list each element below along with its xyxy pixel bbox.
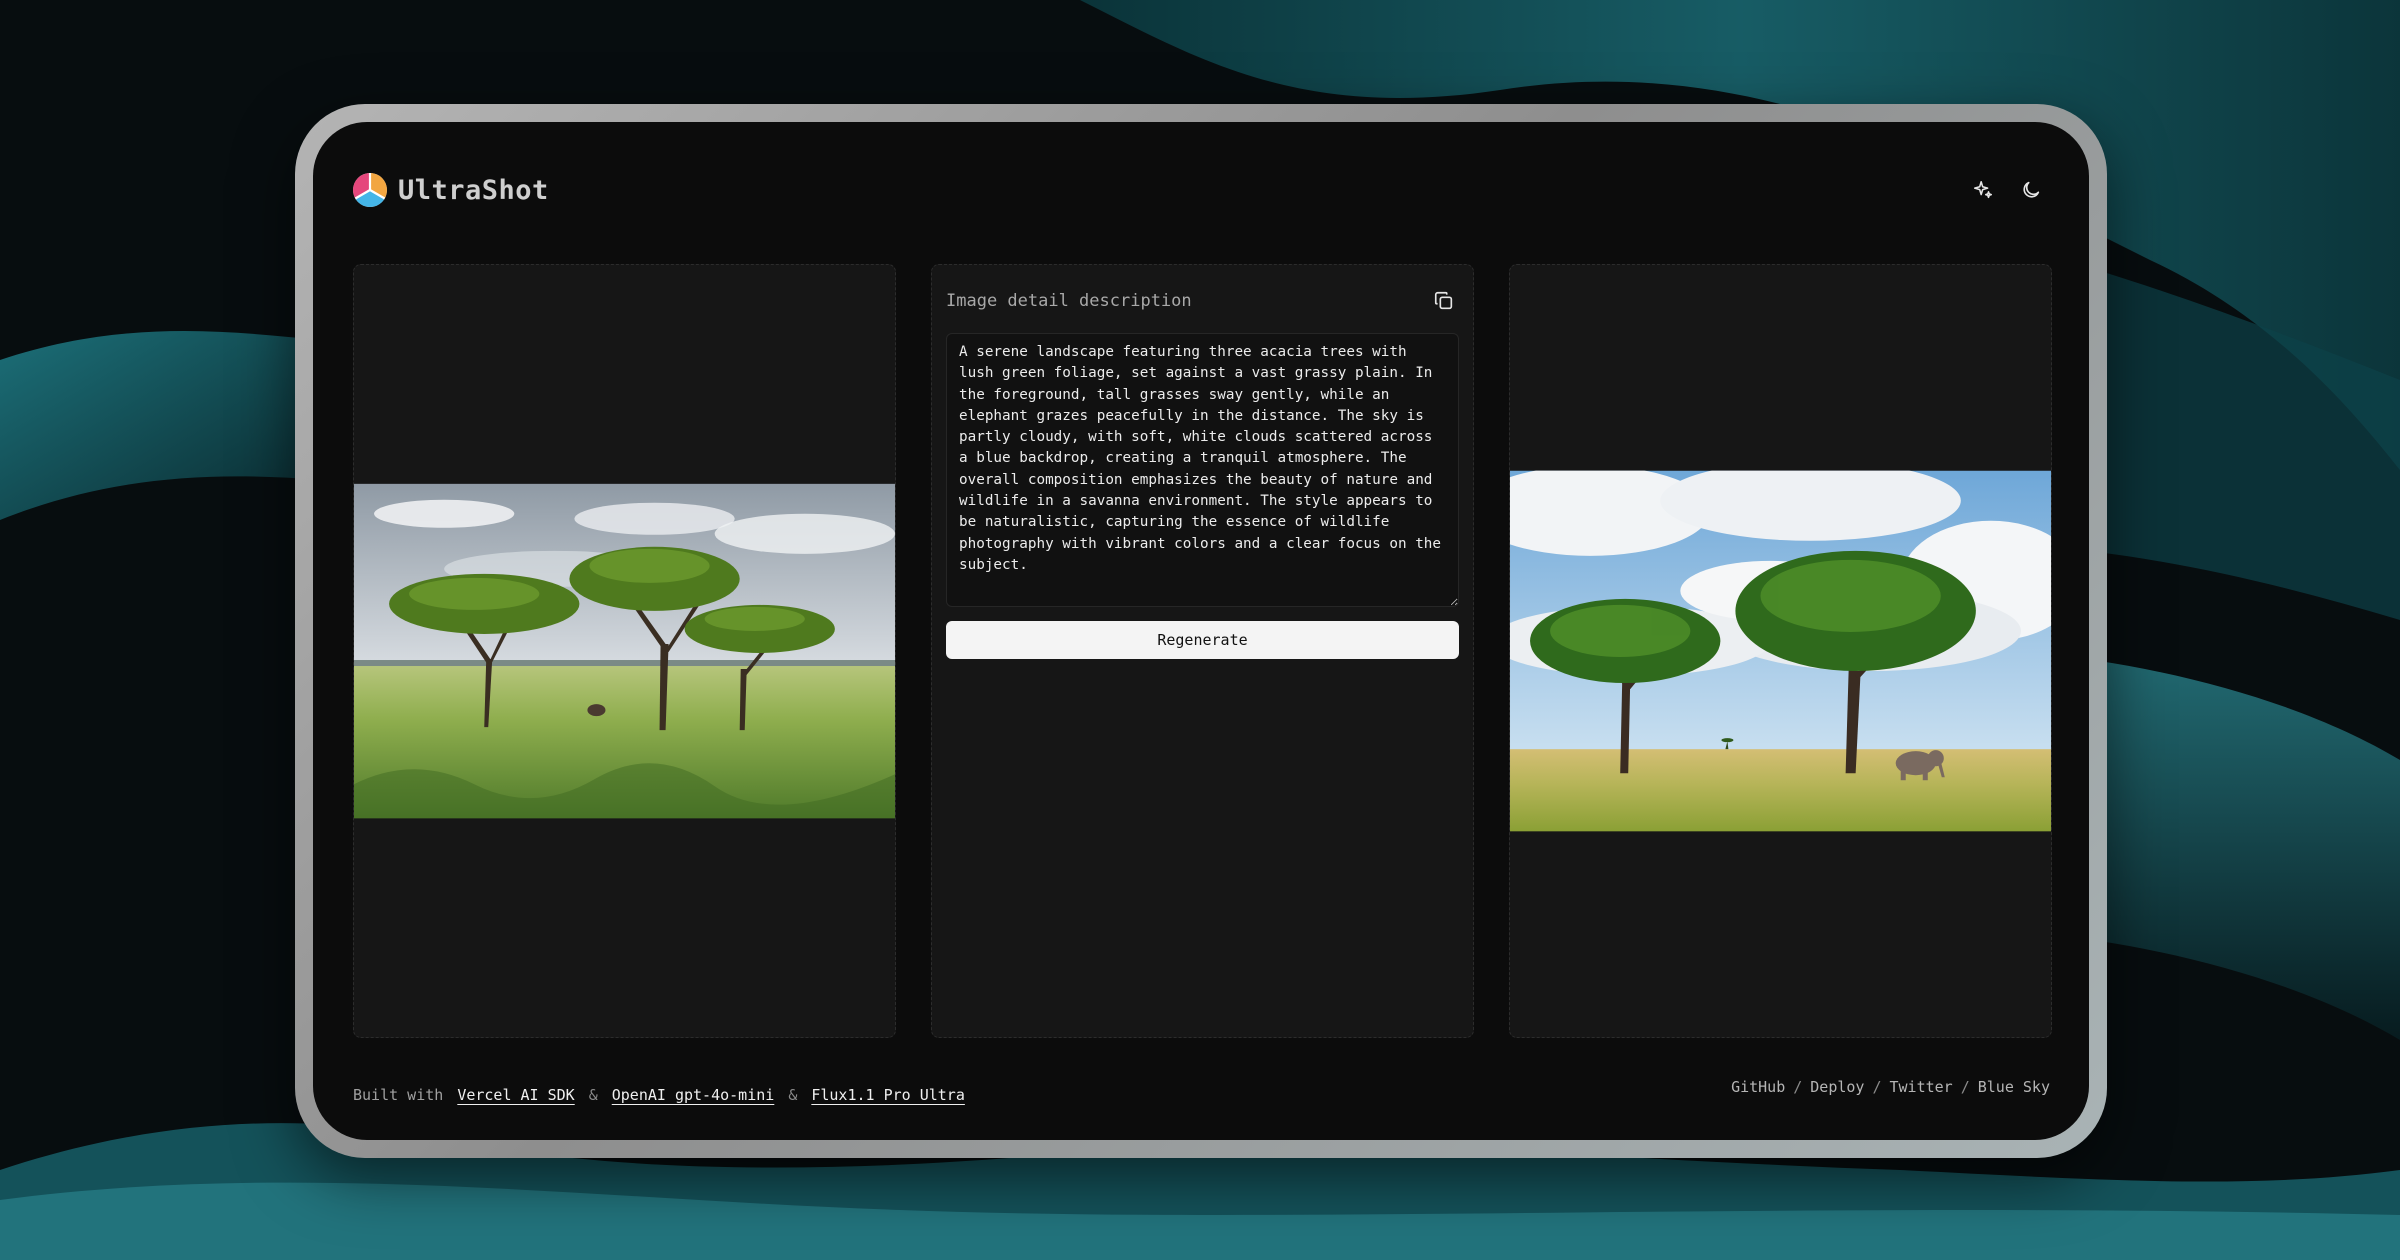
twitter-link[interactable]: Twitter [1890, 1078, 1953, 1096]
slash-separator: / [1872, 1078, 1882, 1096]
savanna-photo [1510, 470, 2051, 832]
slash-separator: / [1960, 1078, 1970, 1096]
and-separator: & [788, 1086, 798, 1104]
original-image [354, 483, 895, 819]
built-with-label: Built with [353, 1086, 444, 1104]
theme-toggle-button[interactable] [2017, 176, 2045, 204]
bluesky-link[interactable]: Blue Sky [1978, 1078, 2050, 1096]
deploy-link[interactable]: Deploy [1810, 1078, 1864, 1096]
github-link[interactable]: GitHub [1731, 1078, 1785, 1096]
ultrashot-logo-icon [353, 173, 387, 207]
flux-link[interactable]: Flux1.1 Pro Ultra [811, 1086, 965, 1104]
footer-links: GitHub / Deploy / Twitter / Blue Sky [1731, 1078, 2050, 1096]
original-image-panel[interactable] [353, 264, 896, 1038]
generated-image-panel[interactable] [1509, 264, 2052, 1038]
openai-link[interactable]: OpenAI gpt-4o-mini [612, 1086, 775, 1104]
header-actions [1969, 176, 2045, 204]
generated-image [1510, 470, 2051, 832]
description-textarea[interactable]: A serene landscape featuring three acaci… [946, 333, 1459, 607]
app-screen: UltraShot Image detail description A ser… [313, 122, 2089, 1140]
regenerate-button[interactable]: Regenerate [946, 621, 1459, 659]
description-header: Image detail description [946, 283, 1459, 319]
copy-icon [1434, 291, 1453, 310]
and-separator: & [588, 1086, 598, 1104]
description-panel: Image detail description A serene landsc… [931, 264, 1474, 1038]
copy-button[interactable] [1429, 286, 1459, 316]
app-header: UltraShot [352, 166, 2050, 214]
vercel-ai-sdk-link[interactable]: Vercel AI SDK [457, 1086, 574, 1104]
footer-credits: Built with Vercel AI SDK & OpenAI gpt-4o… [353, 1086, 965, 1104]
app-name: UltraShot [398, 174, 549, 206]
sparkle-button[interactable] [1969, 176, 1997, 204]
description-title: Image detail description [946, 291, 1192, 311]
device-frame: UltraShot Image detail description A ser… [295, 104, 2107, 1158]
brand[interactable]: UltraShot [352, 172, 549, 208]
moon-icon [2023, 181, 2040, 198]
savanna-photo [354, 483, 895, 819]
panels: Image detail description A serene landsc… [353, 264, 2052, 1038]
slash-separator: / [1793, 1078, 1803, 1096]
sparkle-icon [1973, 180, 1993, 199]
